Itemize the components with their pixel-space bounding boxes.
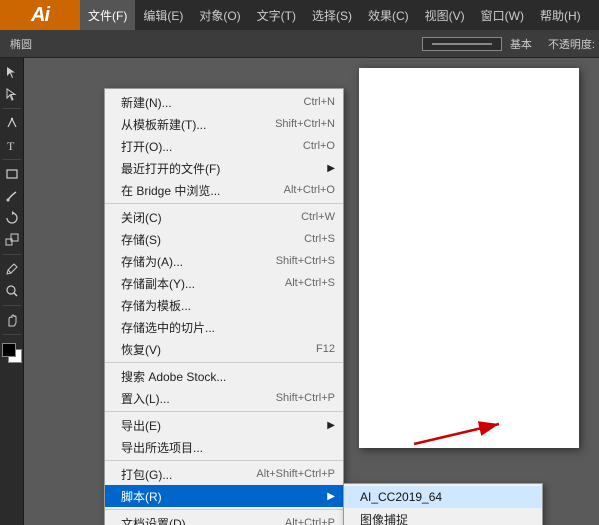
submenu-ai-cc2019[interactable]: AI_CC2019_64 [344,486,542,508]
menu-close[interactable]: 关闭(C) Ctrl+W [105,206,343,228]
menu-package[interactable]: 打包(G)... Alt+Shift+Ctrl+P [105,463,343,485]
stroke-label: 基本 [510,36,532,52]
menu-text[interactable]: 文字(T) [249,0,304,30]
menu-open[interactable]: 打开(O)... Ctrl+O [105,135,343,157]
menu-export[interactable]: 导出(E) ▶ [105,414,343,436]
separator-5 [105,509,343,510]
menu-recent[interactable]: 最近打开的文件(F) ▶ [105,157,343,179]
rectangle-tool[interactable] [2,164,22,184]
svg-text:T: T [7,139,15,152]
menu-select[interactable]: 选择(S) [304,0,360,30]
shape-label: 椭圆 [4,36,38,52]
stroke-preview [422,37,502,51]
stroke-line [432,43,492,45]
brush-tool[interactable] [2,186,22,206]
hand-tool[interactable] [2,310,22,330]
left-toolbar: T [0,58,24,525]
menu-save-template[interactable]: 存储为模板... [105,294,343,316]
menu-save-as[interactable]: 存储为(A)... Shift+Ctrl+S [105,250,343,272]
menu-export-options[interactable]: 导出所选项目... [105,436,343,458]
top-toolbar: 椭圆 基本 不透明度: [0,30,599,58]
scale-tool[interactable] [2,230,22,250]
main-area: T [0,58,599,525]
tool-divider-1 [3,108,21,109]
separator-2 [105,362,343,363]
menu-object[interactable]: 对象(O) [191,0,248,30]
menu-edit[interactable]: 编辑(E) [135,0,191,30]
color-boxes[interactable] [2,343,22,363]
separator-3 [105,411,343,412]
menu-view[interactable]: 视图(V) [417,0,473,30]
menu-file[interactable]: 文件(F) [80,0,135,30]
separator-4 [105,460,343,461]
menu-help[interactable]: 帮助(H) [532,0,589,30]
file-menu-panel: 新建(N)... Ctrl+N 从模板新建(T)... Shift+Ctrl+N… [104,88,344,525]
eyedropper-tool[interactable] [2,259,22,279]
pen-tool[interactable] [2,113,22,133]
toolbar-right: 基本 不透明度: [422,36,595,52]
file-menu-dropdown: 新建(N)... Ctrl+N 从模板新建(T)... Shift+Ctrl+N… [104,88,344,525]
menu-doc-settings[interactable]: 文档设置(D)... Alt+Ctrl+P [105,512,343,525]
tool-divider-3 [3,254,21,255]
menu-save-copy[interactable]: 存储副本(Y)... Alt+Ctrl+S [105,272,343,294]
rotate-tool[interactable] [2,208,22,228]
selection-tool[interactable] [2,62,22,82]
menu-save[interactable]: 存储(S) Ctrl+S [105,228,343,250]
canvas-area: 安下载.com 新建(N)... Ctrl+N 从模板新建(T)... Shif… [24,58,599,525]
menu-window[interactable]: 窗口(W) [473,0,532,30]
menu-revert[interactable]: 恢复(V) F12 [105,338,343,360]
artboard [359,68,579,448]
menu-save-slices[interactable]: 存储选中的切片... [105,316,343,338]
menu-new-template[interactable]: 从模板新建(T)... Shift+Ctrl+N [105,113,343,135]
direct-selection-tool[interactable] [2,84,22,104]
menu-new[interactable]: 新建(N)... Ctrl+N [105,91,343,113]
tool-divider-5 [3,334,21,335]
tool-divider-4 [3,305,21,306]
menu-search-stock[interactable]: 搜索 Adobe Stock... [105,365,343,387]
menu-scripts[interactable]: 脚本(R) ▶ AI_CC2019_64 图像捕捉 将文档存储为 PDF [105,485,343,507]
menu-browse[interactable]: 在 Bridge 中浏览... Alt+Ctrl+O [105,179,343,201]
menu-effect[interactable]: 效果(C) [360,0,417,30]
foreground-color-box [2,343,16,357]
tool-divider-2 [3,159,21,160]
menu-bar: Ai 文件(F) 编辑(E) 对象(O) 文字(T) 选择(S) 效果(C) 视… [0,0,599,30]
menu-items: 文件(F) 编辑(E) 对象(O) 文字(T) 选择(S) 效果(C) 视图(V… [80,0,589,30]
scripts-submenu: AI_CC2019_64 图像捕捉 将文档存储为 PDF 将文档存储为 SVG [343,483,543,525]
menu-place[interactable]: 置入(L)... Shift+Ctrl+P [105,387,343,409]
app-logo: Ai [0,0,80,30]
separator-1 [105,203,343,204]
text-tool[interactable]: T [2,135,22,155]
zoom-tool[interactable] [2,281,22,301]
submenu-image-capture[interactable]: 图像捕捉 [344,508,542,525]
opacity-label: 不透明度: [548,36,595,52]
